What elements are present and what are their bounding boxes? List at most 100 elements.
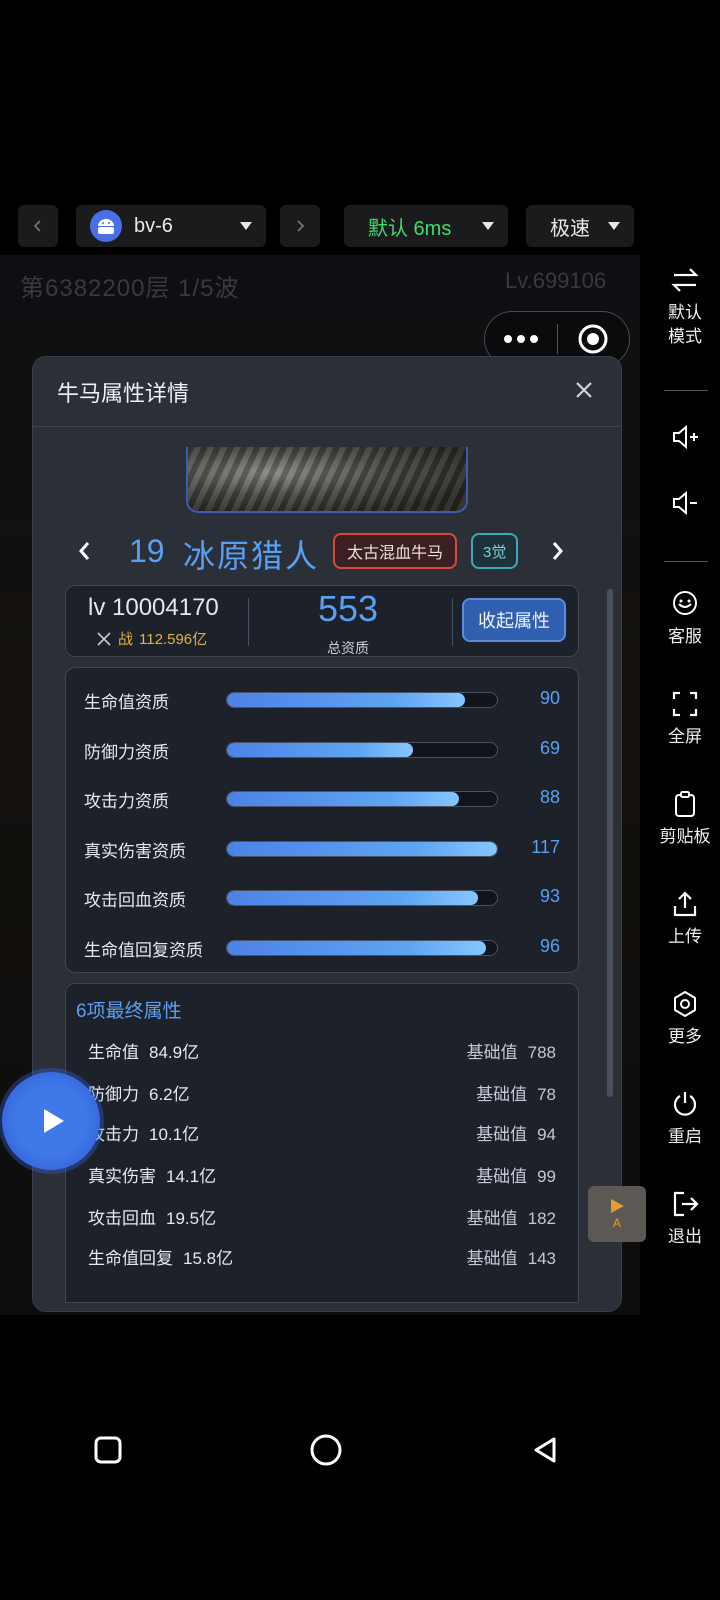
fullscreen-button[interactable]: 全屏 bbox=[650, 689, 720, 749]
final-attribute-row: 攻击力 10.1亿 基础值 94 bbox=[66, 1112, 580, 1150]
floating-play-button[interactable] bbox=[2, 1072, 100, 1170]
dot-icon bbox=[516, 335, 525, 343]
settings-hexagon-icon bbox=[674, 990, 696, 1018]
mode-label-line1: 默认 bbox=[668, 303, 702, 322]
attribute-value: 6.2亿 bbox=[149, 1085, 190, 1104]
mode-switch-button[interactable]: 默认 模式 bbox=[650, 265, 720, 349]
aptitude-bar-fill bbox=[227, 792, 460, 806]
aptitude-row: 防御力资质 69 bbox=[66, 726, 578, 776]
recents-button[interactable] bbox=[78, 1420, 138, 1480]
base-value: 78 bbox=[537, 1085, 556, 1104]
attribute-base: 基础值 94 bbox=[476, 1120, 556, 1145]
chevron-down-icon bbox=[482, 222, 494, 230]
hero-detail-modal: 牛马属性详情 19 冰原猎人 太古混血牛马 3觉 lv 10004170 战 1… bbox=[32, 356, 622, 1312]
dot-icon bbox=[503, 335, 512, 343]
mode-label-line2: 模式 bbox=[668, 327, 702, 346]
divider bbox=[664, 390, 708, 391]
aptitude-bar bbox=[226, 791, 498, 807]
square-icon bbox=[94, 1436, 122, 1464]
aptitude-stats-card: 生命值资质 90 防御力资质 69 攻击力资质 88 真实伤害资质 117 攻击回血资质 93 生命… bbox=[65, 667, 579, 973]
attribute-base: 基础值 78 bbox=[476, 1080, 556, 1105]
attribute-name: 攻击力 10.1亿 bbox=[88, 1120, 199, 1145]
modal-header: 牛马属性详情 bbox=[33, 357, 621, 427]
aptitude-label: 攻击回血资质 bbox=[84, 891, 186, 910]
aptitude-bar-fill bbox=[227, 693, 465, 707]
auto-button-label: A bbox=[612, 1216, 621, 1230]
modal-scrollbar[interactable] bbox=[607, 589, 613, 1097]
collapse-attributes-button[interactable]: 收起属性 bbox=[462, 598, 566, 642]
volume-up-button[interactable] bbox=[650, 422, 720, 452]
target-icon bbox=[578, 324, 608, 354]
clipboard-button[interactable]: 剪贴板 bbox=[650, 789, 720, 849]
game-floor-title: 第6382200层 1/5波 bbox=[20, 275, 240, 302]
swap-arrows-icon bbox=[671, 268, 699, 292]
device-selector[interactable]: bv-6 bbox=[76, 205, 266, 247]
hero-name: 冰原猎人 bbox=[183, 538, 320, 574]
aptitude-value: 117 bbox=[531, 836, 560, 857]
volume-down-button[interactable] bbox=[650, 488, 720, 518]
exit-button[interactable]: 退出 bbox=[650, 1189, 720, 1249]
next-hero-arrow-icon[interactable] bbox=[545, 539, 569, 563]
attribute-value: 10.1亿 bbox=[149, 1125, 200, 1144]
final-attribute-row: 生命值回复 15.8亿 基础值 143 bbox=[66, 1236, 580, 1274]
base-label: 基础值 bbox=[466, 1043, 518, 1062]
more-menu-button[interactable] bbox=[485, 335, 557, 343]
aptitude-bar-fill bbox=[227, 940, 487, 955]
swords-icon bbox=[97, 631, 111, 646]
base-value: 143 bbox=[527, 1249, 556, 1268]
total-aptitude-value: 553 bbox=[317, 588, 379, 629]
home-button[interactable] bbox=[296, 1420, 356, 1480]
close-icon[interactable] bbox=[573, 379, 595, 401]
back-button[interactable] bbox=[515, 1420, 575, 1480]
aptitude-bar bbox=[226, 741, 498, 758]
attribute-name-text: 攻击回血 bbox=[88, 1209, 156, 1228]
back-nav-button[interactable] bbox=[18, 205, 58, 247]
latency-selector[interactable]: 默认 6ms bbox=[344, 205, 508, 247]
attribute-base: 基础值 143 bbox=[467, 1244, 556, 1269]
prev-hero-arrow-icon[interactable] bbox=[73, 539, 97, 563]
logout-icon bbox=[673, 1191, 699, 1217]
aptitude-value: 90 bbox=[539, 688, 560, 708]
base-label: 基础值 bbox=[476, 1085, 528, 1104]
fullscreen-label: 全屏 bbox=[668, 727, 702, 746]
aptitude-value: 93 bbox=[539, 886, 560, 906]
final-attributes-title: 6项最终属性 bbox=[76, 1001, 182, 1022]
attribute-name: 生命值回复 15.8亿 bbox=[88, 1244, 233, 1269]
volume-down-icon bbox=[673, 490, 697, 516]
chevron-down-icon bbox=[240, 222, 252, 230]
hero-info-card: lv 10004170 战 112.596亿 553 总资质 收起属性 bbox=[65, 585, 579, 657]
clipboard-label: 剪贴板 bbox=[659, 827, 711, 846]
base-value: 94 bbox=[537, 1125, 556, 1144]
aptitude-label: 攻击力资质 bbox=[84, 792, 169, 811]
more-button[interactable]: 更多 bbox=[650, 989, 720, 1049]
aptitude-label: 防御力资质 bbox=[84, 742, 169, 762]
support-icon bbox=[673, 591, 697, 615]
clipboard-icon bbox=[675, 791, 695, 817]
forward-nav-button[interactable] bbox=[280, 205, 320, 247]
chevron-down-icon bbox=[608, 222, 620, 230]
attribute-name: 防御力 6.2亿 bbox=[88, 1080, 190, 1105]
chevron-left-icon bbox=[33, 220, 41, 232]
latency-text: 默认 6ms bbox=[368, 217, 452, 240]
upload-button[interactable]: 上传 bbox=[650, 889, 720, 949]
exit-label: 退出 bbox=[668, 1227, 702, 1246]
restart-button[interactable]: 重启 bbox=[650, 1089, 720, 1149]
attribute-base: 基础值 182 bbox=[467, 1204, 556, 1229]
aptitude-bar-fill bbox=[227, 742, 414, 757]
attribute-name-text: 生命值回复 bbox=[88, 1249, 173, 1268]
attribute-name-text: 真实伤害 bbox=[88, 1167, 156, 1186]
fullscreen-icon bbox=[672, 691, 698, 717]
close-miniprogram-button[interactable] bbox=[558, 323, 630, 355]
hero-header: 19 冰原猎人 太古混血牛马 3觉 bbox=[33, 529, 621, 575]
auto-battle-button[interactable]: A bbox=[588, 1186, 646, 1242]
system-nav-bar bbox=[0, 1420, 720, 1480]
attribute-base: 基础值 788 bbox=[467, 1038, 556, 1063]
customer-service-button[interactable]: 客服 bbox=[650, 589, 720, 649]
power-icon bbox=[673, 1092, 697, 1116]
aptitude-bar bbox=[226, 890, 498, 906]
aptitude-value: 88 bbox=[539, 787, 560, 807]
upload-icon bbox=[673, 891, 697, 917]
attribute-name: 攻击回血 19.5亿 bbox=[88, 1204, 216, 1229]
hero-level: 19 bbox=[129, 533, 165, 569]
speed-selector[interactable]: 极速 bbox=[526, 205, 634, 247]
